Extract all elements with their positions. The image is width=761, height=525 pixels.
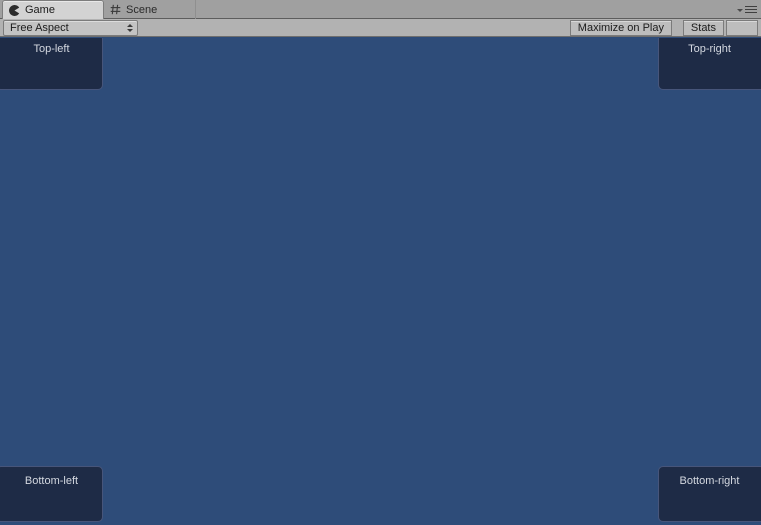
chevron-down-icon bbox=[737, 9, 743, 12]
stats-button[interactable]: Stats bbox=[682, 20, 724, 36]
game-pacman-icon bbox=[9, 4, 20, 16]
hamburger-menu-icon[interactable] bbox=[733, 3, 757, 16]
aspect-ratio-value: Free Aspect bbox=[10, 22, 69, 34]
tab-bar: Game Scene bbox=[0, 0, 761, 19]
unity-game-window: Game Scene Free Aspect Maximize on Play … bbox=[0, 0, 761, 525]
scene-grid-icon bbox=[110, 4, 121, 15]
updown-arrows-icon bbox=[126, 24, 133, 32]
tab-game-label: Game bbox=[25, 4, 55, 16]
game-view-canvas[interactable]: Top-left Top-right Bottom-left Bottom-ri… bbox=[0, 38, 761, 525]
panel-top-left: Top-left bbox=[0, 38, 103, 90]
maximize-on-play-button[interactable]: Maximize on Play bbox=[569, 20, 672, 36]
panel-bottom-left: Bottom-left bbox=[0, 466, 103, 522]
tab-game[interactable]: Game bbox=[2, 0, 104, 19]
panel-top-right-label: Top-right bbox=[688, 43, 731, 55]
aspect-ratio-dropdown[interactable]: Free Aspect bbox=[3, 20, 138, 36]
panel-bottom-right-label: Bottom-right bbox=[679, 475, 740, 487]
game-toolbar: Free Aspect Maximize on Play Stats bbox=[0, 19, 761, 37]
menu-lines-icon bbox=[745, 6, 757, 13]
tab-scene-label: Scene bbox=[126, 3, 158, 16]
panel-bottom-right: Bottom-right bbox=[658, 466, 761, 522]
panel-top-right: Top-right bbox=[658, 38, 761, 90]
tab-scene[interactable]: Scene bbox=[104, 0, 196, 19]
gizmos-button[interactable] bbox=[726, 20, 758, 36]
panel-top-left-label: Top-left bbox=[33, 43, 70, 55]
panel-bottom-left-label: Bottom-left bbox=[24, 475, 79, 487]
